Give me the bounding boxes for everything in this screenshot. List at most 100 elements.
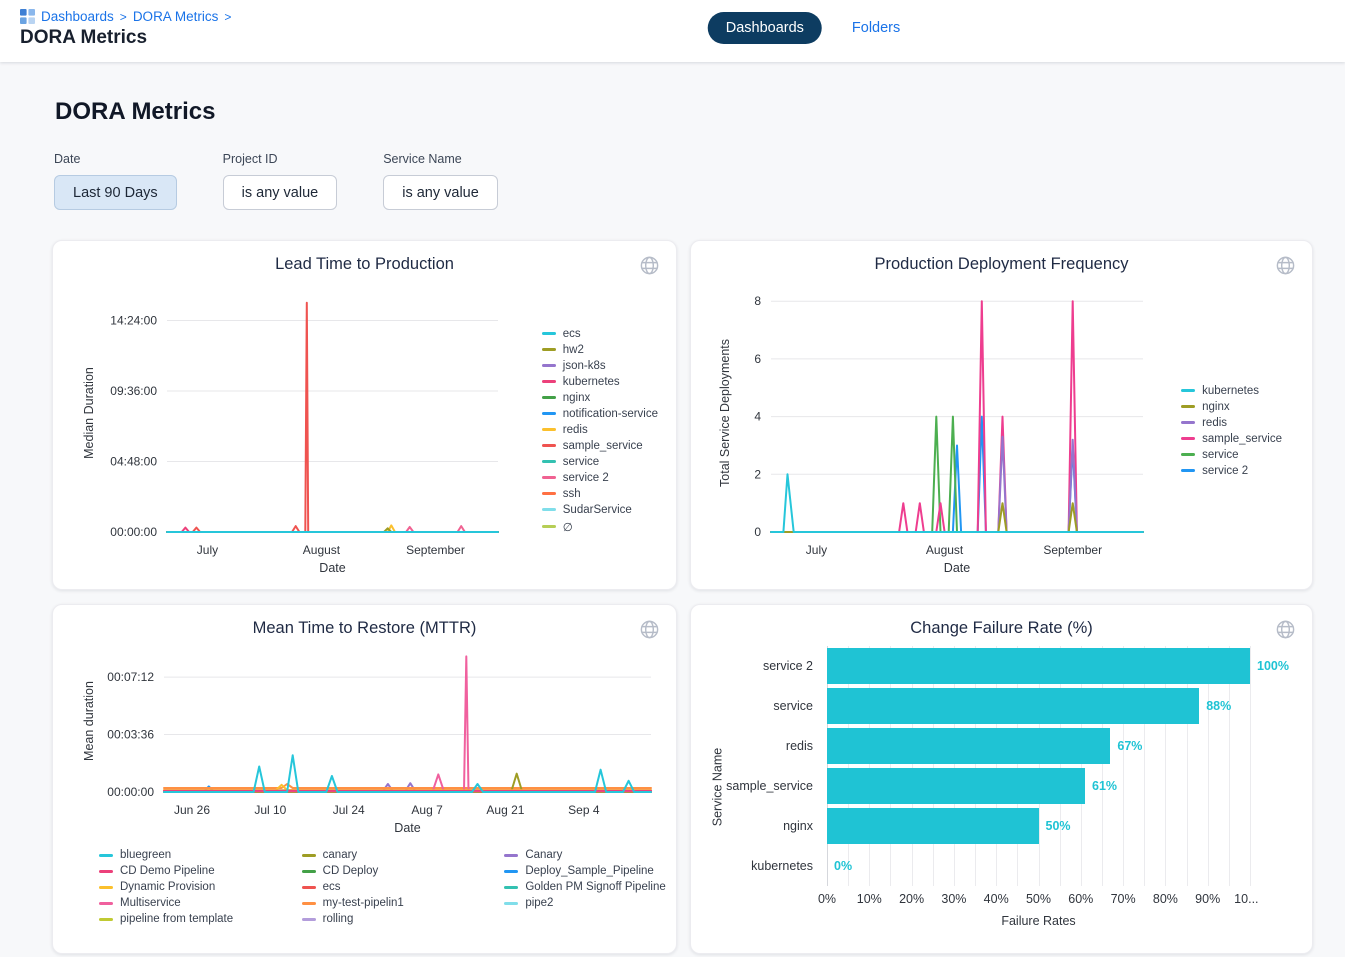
lead-time-chart: 00:00:0004:48:0009:36:0014:24:00JulyAugu…: [69, 278, 511, 583]
legend-label: kubernetes: [563, 376, 620, 388]
legend-swatch: [542, 364, 556, 367]
filter-service-name-value-button[interactable]: is any value: [383, 175, 498, 210]
legend-label: json-k8s: [563, 360, 606, 372]
x-axis-tick: 90%: [1195, 892, 1220, 906]
card-change-failure-rate: Change Failure Rate (%) Service Name ser…: [690, 604, 1313, 954]
legend-label: service: [1202, 449, 1238, 461]
legend-item: pipe2: [504, 897, 663, 909]
legend-label: Canary: [525, 849, 562, 861]
svg-text:Date: Date: [394, 821, 420, 835]
lead-time-legend: ecs hw2 json-k8s kubernetes nginx notificatio…: [542, 328, 660, 534]
mttr-legend: bluegreenCD Demo PipelineDynamic Provisi…: [99, 849, 665, 925]
bar: [827, 688, 1199, 724]
legend-label: service: [563, 456, 599, 468]
legend-label: redis: [563, 424, 588, 436]
production_deployment_frequency-svg: 02468JulyAugustSeptemberDateTotal Servic…: [707, 278, 1157, 578]
breadcrumb-dashboards-link[interactable]: Dashboards: [41, 9, 114, 24]
legend-label: nginx: [563, 392, 591, 404]
tab-folders[interactable]: Folders: [850, 12, 902, 44]
svg-text:Aug 21: Aug 21: [486, 803, 524, 817]
svg-text:Jun 26: Jun 26: [174, 803, 210, 817]
legend-swatch: [504, 870, 518, 873]
legend-label: Multiservice: [120, 897, 181, 909]
legend-label: Deploy_Sample_Pipeline: [525, 865, 654, 877]
legend-swatch: [504, 854, 518, 857]
x-axis-tick: 30%: [941, 892, 966, 906]
bar-category-labels: service 2serviceredissample_servicenginx…: [727, 646, 827, 928]
legend-item: bluegreen: [99, 849, 258, 861]
legend-swatch: [542, 492, 556, 495]
legend-label: SudarService: [563, 504, 632, 516]
svg-text:Date: Date: [944, 561, 970, 575]
legend-label: sample_service: [563, 440, 643, 452]
svg-text:Date: Date: [319, 561, 345, 575]
svg-text:0: 0: [754, 525, 761, 539]
x-axis-tick: 0%: [818, 892, 836, 906]
svg-text:00:00:00: 00:00:00: [107, 785, 154, 799]
view-tabs: Dashboards Folders: [708, 12, 903, 44]
x-axis-tick: 40%: [984, 892, 1009, 906]
legend-swatch: [542, 332, 556, 335]
svg-text:Aug 7: Aug 7: [411, 803, 443, 817]
legend-item: SudarService: [542, 504, 658, 516]
bar-value-label: 88%: [1206, 699, 1231, 713]
chart-title: Lead Time to Production: [69, 255, 660, 274]
legend-label: canary: [323, 849, 358, 861]
chart-title: Production Deployment Frequency: [707, 255, 1296, 274]
svg-text:Jul 10: Jul 10: [254, 803, 286, 817]
svg-text:August: August: [303, 543, 341, 557]
svg-text:00:00:00: 00:00:00: [110, 525, 157, 539]
mttr-chart: 00:00:0000:03:3600:07:12Jun 26Jul 10Jul …: [69, 642, 660, 843]
legend-swatch: [542, 460, 556, 463]
svg-text:4: 4: [754, 410, 761, 424]
dashboard-body: DORA Metrics Date Last 90 Days Project I…: [0, 62, 1345, 954]
chart-title: Change Failure Rate (%): [707, 619, 1296, 638]
legend-swatch: [542, 476, 556, 479]
globe-icon[interactable]: [637, 253, 662, 278]
filter-date-value-button[interactable]: Last 90 Days: [54, 175, 177, 210]
bar-category-label: sample_service: [727, 766, 827, 806]
legend-label: bluegreen: [120, 849, 171, 861]
legend-item: notification-service: [542, 408, 658, 420]
legend-swatch: [302, 918, 316, 921]
legend-item: ecs: [542, 328, 658, 340]
chart-title: Mean Time to Restore (MTTR): [69, 619, 660, 638]
legend-swatch: [99, 854, 113, 857]
svg-text:2: 2: [754, 467, 761, 481]
legend-swatch: [99, 870, 113, 873]
y-axis-label: Service Name: [707, 646, 727, 928]
globe-icon[interactable]: [637, 617, 662, 642]
legend-swatch: [542, 348, 556, 351]
lead_time_to_production-svg: 00:00:0004:48:0009:36:0014:24:00JulyAugu…: [69, 278, 511, 578]
svg-text:00:07:12: 00:07:12: [107, 670, 154, 684]
bar-value-label: 67%: [1117, 739, 1142, 753]
legend-swatch: [99, 902, 113, 905]
legend-swatch: [99, 886, 113, 889]
legend-label: CD Demo Pipeline: [120, 865, 215, 877]
legend-label: hw2: [563, 344, 584, 356]
bar-value-label: 100%: [1257, 659, 1289, 673]
bar: [827, 648, 1250, 684]
filter-service-name-label: Service Name: [383, 152, 498, 166]
globe-icon[interactable]: [1273, 617, 1298, 642]
legend-swatch: [302, 886, 316, 889]
tab-dashboards[interactable]: Dashboards: [708, 12, 822, 44]
card-lead-time-to-production: Lead Time to Production 00:00:0004:48:00…: [52, 240, 677, 590]
legend-label: rolling: [323, 913, 354, 925]
legend-swatch: [1181, 389, 1195, 392]
legend-swatch: [302, 854, 316, 857]
filter-project-id-value-button[interactable]: is any value: [223, 175, 338, 210]
svg-text:00:03:36: 00:03:36: [107, 728, 154, 742]
legend-item: nginx: [542, 392, 658, 404]
globe-icon[interactable]: [1273, 253, 1298, 278]
legend-swatch: [302, 870, 316, 873]
x-axis-tick: 50%: [1026, 892, 1051, 906]
breadcrumb-dora-metrics-link[interactable]: DORA Metrics: [133, 9, 219, 24]
legend-swatch: [1181, 453, 1195, 456]
legend-item: canary: [302, 849, 461, 861]
bar: [827, 768, 1085, 804]
legend-swatch: [542, 525, 556, 528]
legend-label: redis: [1202, 417, 1227, 429]
top-header: Dashboards > DORA Metrics > DORA Metrics…: [0, 0, 1345, 62]
legend-swatch: [542, 508, 556, 511]
